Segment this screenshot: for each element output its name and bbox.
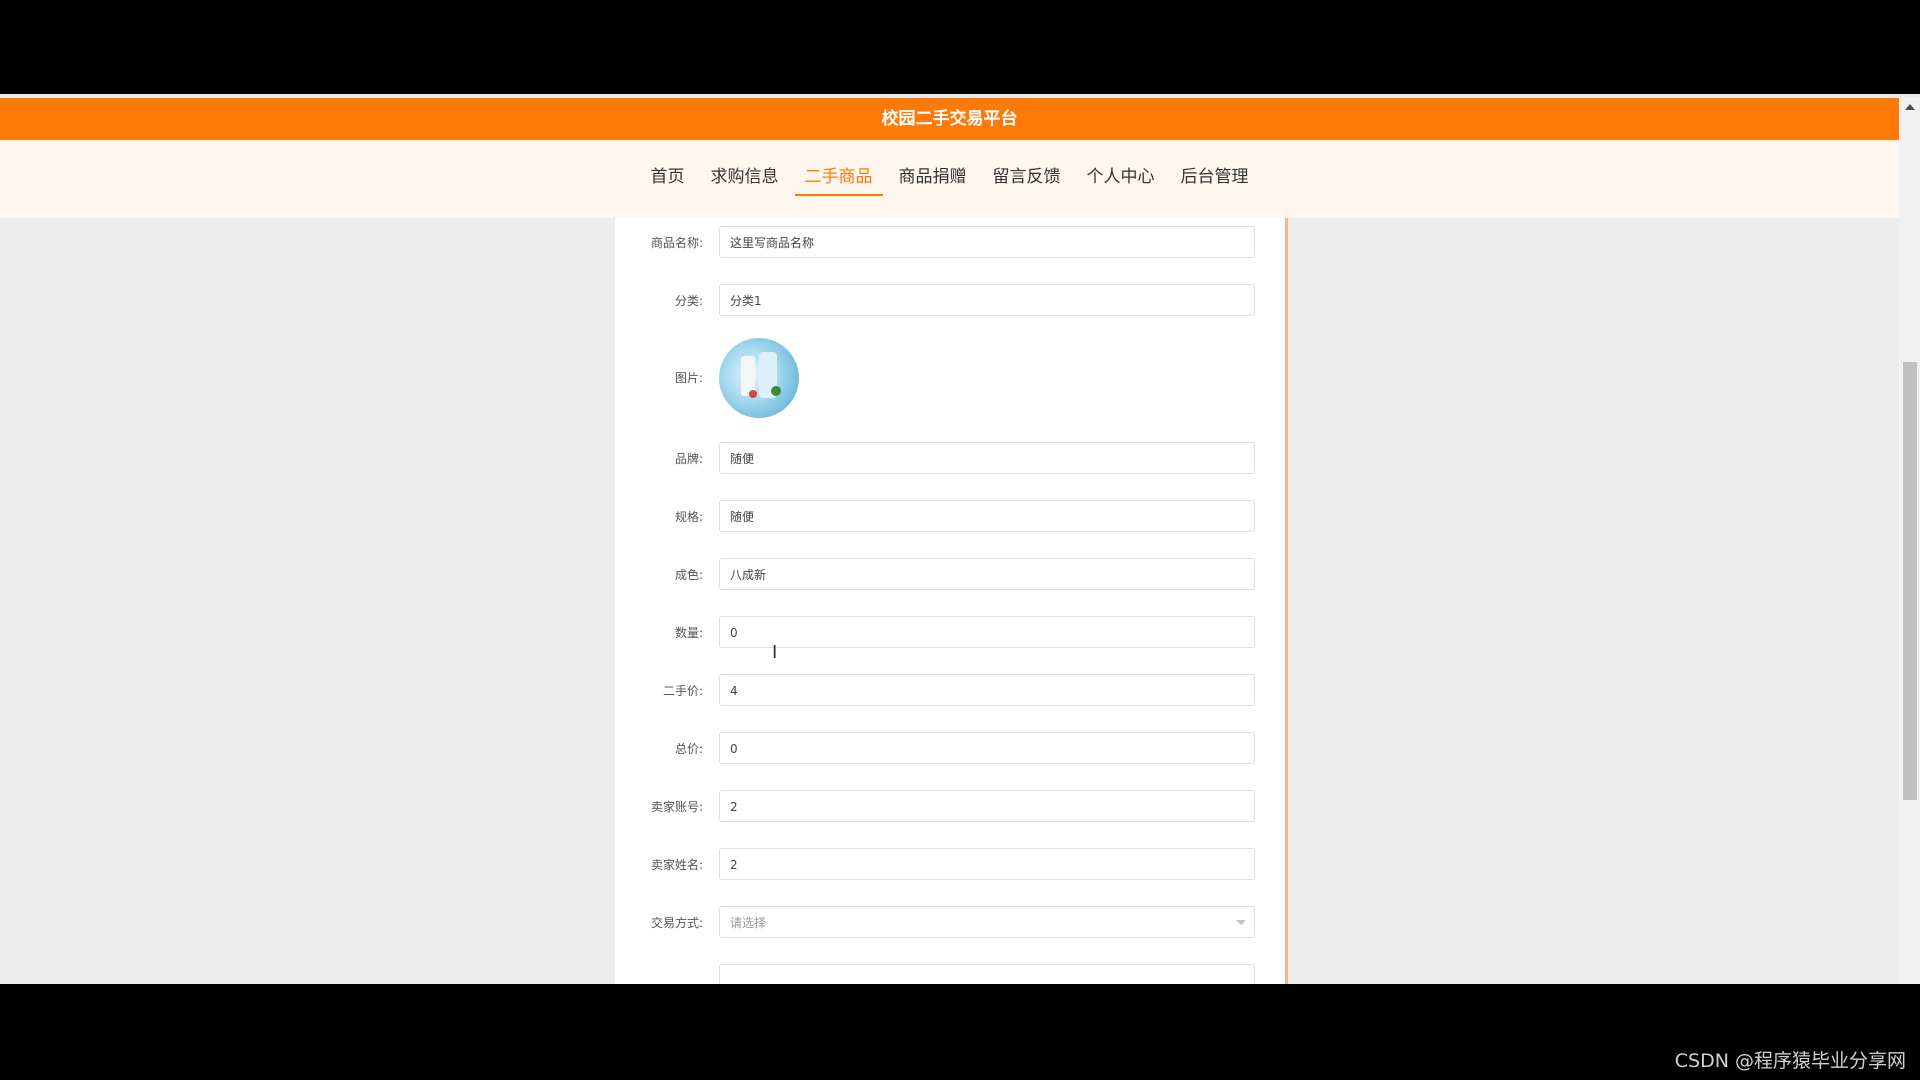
field-label: 规格:: [674, 510, 703, 524]
nav-item-home[interactable]: 首页: [641, 166, 695, 196]
form-row-seller-account: 卖家账号: 2: [615, 790, 1285, 824]
top-letterbox: [0, 0, 1920, 94]
seller-name-input[interactable]: 2: [719, 848, 1255, 880]
form-row-seller-name: 卖家姓名: 2: [615, 848, 1285, 882]
goods-image-thumbnail[interactable]: [719, 338, 799, 418]
select-placeholder: 请选择: [730, 916, 767, 930]
category-input[interactable]: 分类1: [719, 284, 1255, 316]
site-header: 校园二手交易平台: [0, 98, 1899, 140]
brand-input[interactable]: 随便: [719, 442, 1255, 474]
form-row-trade-method: 交易方式: 请选择: [615, 906, 1285, 940]
field-label: 卖家姓名:: [650, 858, 703, 872]
form-row-name: 商品名称: 这里写商品名称: [615, 226, 1285, 260]
condition-input[interactable]: 八成新: [719, 558, 1255, 590]
watermark-text: CSDN @程序猿毕业分享网: [1674, 1050, 1906, 1072]
trade-method-select[interactable]: 请选择: [719, 906, 1255, 938]
field-label: 分类:: [674, 294, 703, 308]
form-row-brand: 品牌: 随便: [615, 442, 1285, 476]
site-title: 校园二手交易平台: [881, 109, 1018, 129]
field-label: 二手价:: [662, 684, 703, 698]
viewport-top-border: [0, 94, 1920, 97]
goods-name-input[interactable]: 这里写商品名称: [719, 226, 1255, 258]
nav-item-admin[interactable]: 后台管理: [1171, 166, 1259, 196]
form-row-condition: 成色: 八成新: [615, 558, 1285, 592]
nav-item-purchase-requests[interactable]: 求购信息: [701, 166, 789, 196]
field-label: 数量:: [674, 626, 703, 640]
field-label: 总价:: [674, 742, 703, 756]
scroll-up-arrow-icon[interactable]: [1905, 104, 1915, 110]
form-row-used-price: 二手价: 4: [615, 674, 1285, 708]
scrollbar-thumb[interactable]: [1903, 362, 1917, 800]
product-shape: [749, 390, 757, 398]
nav-item-personal-center[interactable]: 个人中心: [1077, 166, 1165, 196]
seller-account-input[interactable]: 2: [719, 790, 1255, 822]
nav-item-donations[interactable]: 商品捐赠: [889, 166, 977, 196]
nav-item-feedback[interactable]: 留言反馈: [983, 166, 1071, 196]
product-shape: [771, 386, 781, 396]
field-label: 图片:: [674, 371, 703, 385]
field-label: 品牌:: [674, 452, 703, 466]
field-label: 交易方式:: [650, 916, 703, 930]
form-row-total-price: 总价: 0: [615, 732, 1285, 766]
chevron-down-icon: [1236, 920, 1246, 925]
goods-form: 商品名称: 这里写商品名称 分类: 分类1 图片: 品牌: 随便 规格: 随便 …: [614, 218, 1288, 984]
form-row-image: 图片:: [615, 336, 1285, 420]
browser-viewport: 校园二手交易平台 首页 求购信息 二手商品 商品捐赠 留言反馈 个人中心 后台管…: [0, 94, 1920, 984]
form-row-spec: 规格: 随便: [615, 500, 1285, 534]
nav-list: 首页 求购信息 二手商品 商品捐赠 留言反馈 个人中心 后台管理: [0, 166, 1899, 196]
spec-input[interactable]: 随便: [719, 500, 1255, 532]
used-price-input[interactable]: 4: [719, 674, 1255, 706]
bottom-letterbox: [0, 984, 1920, 1080]
quantity-input[interactable]: 0: [719, 616, 1255, 648]
next-field-input[interactable]: [719, 964, 1255, 984]
total-price-input[interactable]: 0: [719, 732, 1255, 764]
form-row-quantity: 数量: 0: [615, 616, 1285, 650]
form-row-next: [615, 964, 1285, 984]
field-label: 卖家账号:: [650, 800, 703, 814]
main-nav: 首页 求购信息 二手商品 商品捐赠 留言反馈 个人中心 后台管理: [0, 140, 1899, 218]
text-cursor-icon: Ⅰ: [772, 642, 778, 663]
nav-item-second-hand-goods[interactable]: 二手商品: [794, 166, 883, 196]
field-label: 成色:: [674, 568, 703, 582]
form-row-category: 分类: 分类1: [615, 284, 1285, 318]
field-label: 商品名称:: [650, 236, 703, 250]
